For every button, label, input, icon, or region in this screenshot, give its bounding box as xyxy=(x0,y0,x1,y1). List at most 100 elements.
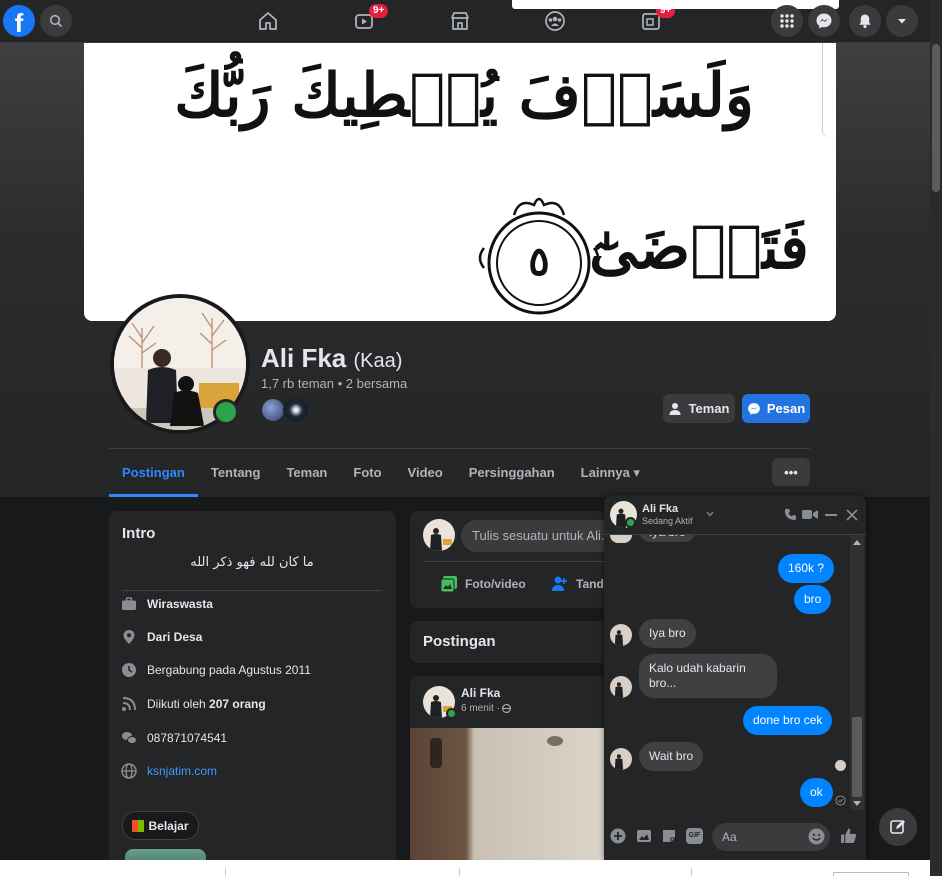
like-icon[interactable] xyxy=(840,827,857,844)
tab-videos[interactable]: Video xyxy=(395,449,456,497)
post-image[interactable] xyxy=(410,728,610,866)
scroll-down-arrow[interactable] xyxy=(853,801,861,807)
home-icon xyxy=(259,12,277,30)
tab-posts[interactable]: Postingan xyxy=(109,449,198,497)
message-sent: ok xyxy=(800,778,833,807)
intro-followers[interactable]: Diikuti oleh 207 orang xyxy=(120,695,266,713)
messenger-button[interactable] xyxy=(808,5,840,37)
gif-icon[interactable]: GIF xyxy=(686,828,703,844)
search-button[interactable] xyxy=(40,5,72,37)
photo-video-button[interactable]: Foto/video xyxy=(440,575,526,593)
chat-contact-name[interactable]: Ali Fka xyxy=(642,503,678,515)
chevron-down-icon[interactable] xyxy=(706,511,714,517)
intro-phone: 087871074541 xyxy=(120,729,227,747)
message-sent: done bro cek xyxy=(743,706,833,735)
new-message-button[interactable] xyxy=(879,808,917,846)
message-received: Iya bro xyxy=(639,619,696,648)
intro-website[interactable]: ksnjatim.com xyxy=(120,762,217,780)
intro-hometown: Dari Desa xyxy=(120,628,202,646)
tab-checkins[interactable]: Persinggahan xyxy=(456,449,568,497)
menu-grid-icon xyxy=(780,14,794,28)
mutual-friend-avatar[interactable] xyxy=(261,398,285,422)
posts-header-card: Postingan xyxy=(410,621,610,663)
intro-phone-text: 087871074541 xyxy=(147,731,228,745)
chat-window: Ali Fka Sedang Aktif Iya bro 160k ? bro … xyxy=(604,495,866,860)
composer-avatar[interactable] xyxy=(423,519,455,551)
message-button[interactable]: Pesan xyxy=(742,394,810,423)
composer-divider xyxy=(423,561,610,562)
intro-bio: ما كان لله فهو ذكر الله xyxy=(190,555,314,570)
cover-photo[interactable]: وَلَسَوۡفَ يُعۡطِيكَ رَبُّكَ فَتَرۡضَىٰٓ… xyxy=(84,43,836,321)
tab-about[interactable]: Tentang xyxy=(198,449,274,497)
chat-status: Sedang Aktif xyxy=(642,516,693,526)
cover-calligraphy-line2: فَتَرۡضَىٰٓ xyxy=(589,213,809,283)
message-sent: 160k ? xyxy=(778,554,835,583)
intro-title: Intro xyxy=(122,525,156,542)
home-nav[interactable] xyxy=(255,8,281,34)
bottom-divider xyxy=(225,868,226,876)
minimize-icon[interactable] xyxy=(825,514,837,517)
chat-header[interactable]: Ali Fka Sedang Aktif xyxy=(604,495,866,535)
menu-button[interactable] xyxy=(771,5,803,37)
more-options-button[interactable]: ••• xyxy=(772,458,810,486)
top-navigation-bar: f 9+ 9+ xyxy=(0,0,930,43)
bottom-box xyxy=(833,872,909,876)
bottom-divider xyxy=(459,868,460,876)
close-icon[interactable] xyxy=(846,509,858,521)
tab-more[interactable]: Lainnya ▾ xyxy=(568,449,653,497)
post-time[interactable]: 6 menit · xyxy=(461,703,500,714)
mutual-friends-avatars[interactable] xyxy=(261,398,311,422)
page-scrollbar[interactable] xyxy=(930,0,942,876)
composer-input[interactable]: Tulis sesuatu untuk Ali... xyxy=(461,520,621,552)
video-call-icon[interactable] xyxy=(802,509,818,520)
intro-website-text[interactable]: ksnjatim.com xyxy=(147,764,217,778)
bottom-divider xyxy=(691,868,692,876)
groups-nav[interactable] xyxy=(542,8,568,34)
message-received: Kalo udah kabarin bro... xyxy=(639,654,777,698)
tag-people-icon xyxy=(552,576,567,591)
compose-icon xyxy=(890,820,905,834)
intro-hometown-text: Dari Desa xyxy=(147,630,203,644)
chat-scrollbar-thumb[interactable] xyxy=(852,717,862,797)
profile-name: Ali Fka (Kaa) xyxy=(261,343,402,374)
image-icon[interactable] xyxy=(636,828,652,844)
friends-button[interactable]: Teman xyxy=(663,394,735,423)
phone-icon[interactable] xyxy=(784,508,797,521)
cover-calligraphy-line1: وَلَسَوۡفَ يُعۡطِيكَ رَبُّكَ xyxy=(174,61,754,131)
friends-count[interactable]: 1,7 rb teman • 2 bersama xyxy=(261,376,407,391)
profile-name-text: Ali Fka xyxy=(261,343,347,373)
location-icon xyxy=(120,628,138,646)
account-dropdown-icon xyxy=(898,19,906,24)
mutual-friend-avatar[interactable] xyxy=(283,398,309,422)
briefcase-icon xyxy=(120,595,138,613)
message-button-label: Pesan xyxy=(766,401,806,416)
verse-number: ٥ xyxy=(528,238,550,285)
bottom-strip xyxy=(0,860,930,876)
learn-button[interactable]: Belajar xyxy=(122,811,199,840)
post-card: Ali Fka 6 menit · xyxy=(410,676,610,866)
page-scrollbar-thumb[interactable] xyxy=(932,44,940,192)
post-meta: 6 menit · xyxy=(461,703,511,714)
watch-badge: 9+ xyxy=(369,4,389,18)
intro-joined-text: Bergabung pada Agustus 2011 xyxy=(147,663,311,677)
chat-scrollbar[interactable] xyxy=(850,535,864,810)
add-icon[interactable] xyxy=(610,828,626,844)
online-status-indicator xyxy=(213,399,239,425)
profile-nickname: (Kaa) xyxy=(353,350,403,372)
message-avatar xyxy=(610,748,632,770)
tab-friends[interactable]: Teman xyxy=(273,449,340,497)
sticker-icon[interactable] xyxy=(661,828,677,844)
search-icon xyxy=(49,14,63,28)
facebook-logo[interactable]: f xyxy=(3,5,35,38)
emoji-icon[interactable] xyxy=(808,828,825,845)
message-avatar xyxy=(610,676,632,698)
learn-flag-icon xyxy=(132,819,145,832)
account-button[interactable] xyxy=(886,5,918,37)
scroll-up-arrow[interactable] xyxy=(853,539,861,545)
tab-photos[interactable]: Foto xyxy=(340,449,394,497)
chat-composer: GIF Aa xyxy=(604,815,866,860)
post-author-name[interactable]: Ali Fka xyxy=(461,686,500,700)
followers-count: 207 orang xyxy=(209,697,266,711)
marketplace-nav[interactable] xyxy=(447,8,473,34)
notifications-button[interactable] xyxy=(849,5,881,37)
